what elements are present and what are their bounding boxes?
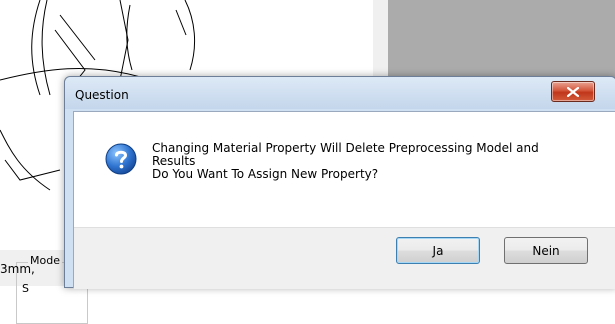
question-icon: [105, 143, 137, 175]
question-dialog: Question Changing Material Property Will…: [64, 76, 615, 289]
close-icon: [567, 86, 579, 97]
dialog-client: Changing Material Property Will Delete P…: [73, 111, 615, 289]
close-button[interactable]: [551, 81, 595, 102]
status-text: 3mm,: [0, 262, 35, 276]
message-area: Changing Material Property Will Delete P…: [74, 112, 615, 227]
dialog-message: Changing Material Property Will Delete P…: [152, 142, 592, 181]
no-button[interactable]: Nein: [504, 237, 588, 264]
message-line: Changing Material Property Will Delete P…: [152, 141, 539, 155]
dialog-button-bar: Ja Nein: [74, 227, 615, 289]
message-line: Do You Want To Assign New Property?: [152, 167, 379, 181]
radio-option[interactable]: S: [22, 282, 29, 295]
yes-button[interactable]: Ja: [396, 237, 480, 264]
dialog-title: Question: [75, 88, 129, 102]
dialog-titlebar[interactable]: Question: [65, 77, 615, 109]
